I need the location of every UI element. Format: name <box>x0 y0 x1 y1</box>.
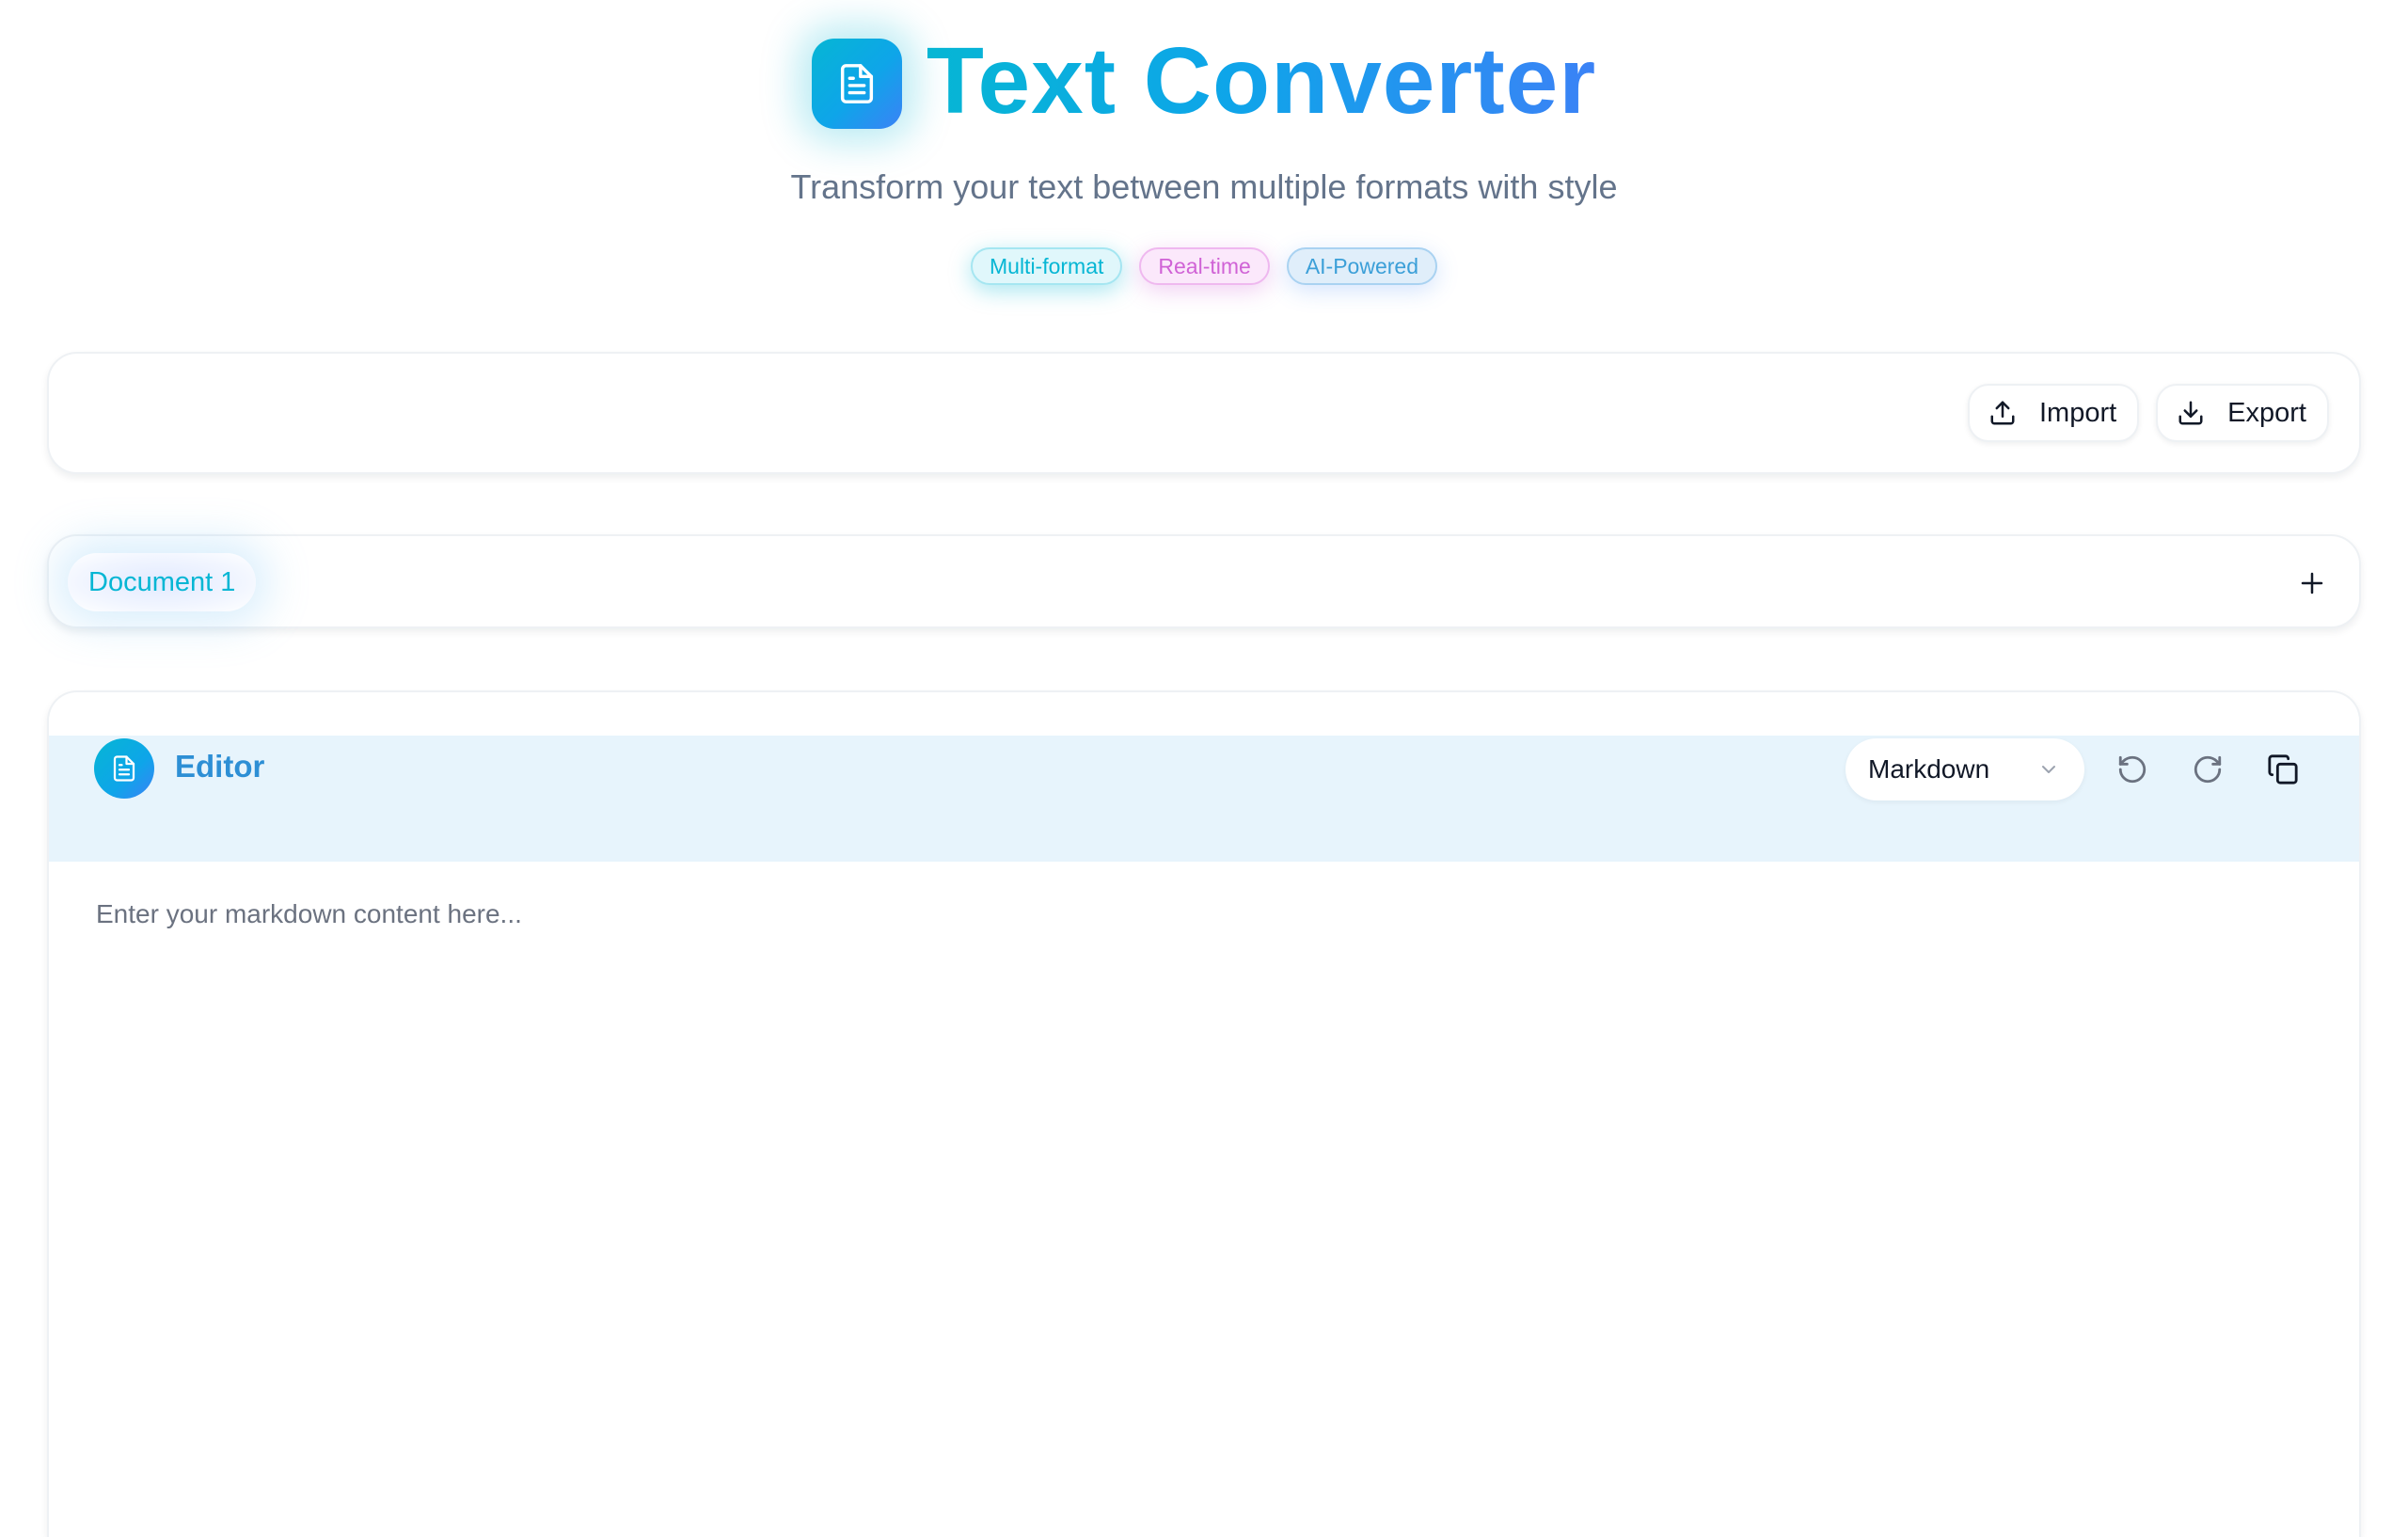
editor-textarea[interactable] <box>94 897 2318 1503</box>
toolbar: Import Export <box>47 352 2361 474</box>
redo-icon <box>2194 755 2222 784</box>
page-subtitle: Transform your text between multiple for… <box>790 167 1618 206</box>
tab-document-1[interactable]: Document 1 <box>68 553 257 611</box>
editor-header: Editor Markdown <box>49 736 2359 862</box>
copy-button[interactable] <box>2264 751 2302 788</box>
editor-panel: Editor Markdown <box>47 690 2361 1537</box>
page-title: Text Converter <box>926 28 1597 134</box>
editor-actions <box>2114 751 2302 788</box>
badge-multi-format: Multi-format <box>971 247 1123 285</box>
export-label: Export <box>2227 397 2306 428</box>
undo-button[interactable] <box>2114 751 2151 788</box>
badge-ai-powered: AI-Powered <box>1286 247 1437 285</box>
undo-icon <box>2118 755 2147 784</box>
feature-badges: Multi-format Real-time AI-Powered <box>0 247 2408 285</box>
plus-icon <box>2301 572 2323 594</box>
import-button[interactable]: Import <box>1967 384 2140 442</box>
redo-button[interactable] <box>2189 751 2226 788</box>
logo <box>811 39 902 129</box>
app-header: Text Converter Transform your text betwe… <box>0 0 2408 320</box>
format-select[interactable]: Markdown <box>1846 738 2084 800</box>
editor-title: Editor <box>175 749 265 784</box>
editor-icon-badge <box>94 738 154 799</box>
document-icon <box>113 755 135 782</box>
add-tab-button[interactable] <box>2293 564 2331 602</box>
document-icon <box>840 64 873 103</box>
format-selected-value: Markdown <box>1868 754 1990 784</box>
copy-icon <box>2268 754 2298 784</box>
document-tabs: Document 1 <box>47 534 2361 628</box>
upload-icon <box>1990 401 2015 425</box>
chevron-down-icon <box>2042 766 2055 773</box>
export-button[interactable]: Export <box>2156 384 2329 442</box>
download-icon <box>2178 401 2203 425</box>
title-row: Text Converter <box>0 34 2408 134</box>
import-label: Import <box>2038 397 2117 428</box>
toolbar-actions: Import Export <box>1967 384 2329 442</box>
badge-real-time: Real-time <box>1139 247 1270 285</box>
